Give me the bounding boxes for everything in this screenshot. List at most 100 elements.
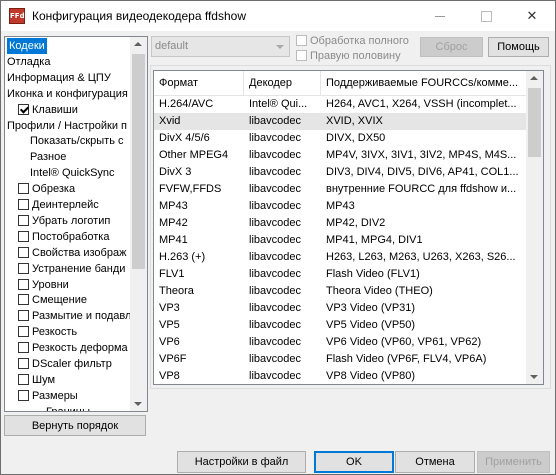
scroll-down-arrow-icon[interactable] bbox=[530, 375, 538, 379]
checkbox-unchecked[interactable] bbox=[18, 199, 29, 210]
tree-item-label: Кодеки bbox=[9, 40, 45, 52]
cell-decoder: libavcodec bbox=[249, 302, 301, 314]
help-button[interactable]: Помощь bbox=[488, 37, 549, 57]
tree-item[interactable]: Иконка и конфигурация bbox=[7, 86, 128, 102]
checkbox-unchecked[interactable] bbox=[18, 183, 29, 195]
checkbox-unchecked[interactable] bbox=[18, 342, 29, 354]
table-row[interactable]: VP5 libavcodec VP5 Video (VP50) bbox=[154, 317, 526, 334]
column-header-format[interactable]: Формат bbox=[154, 71, 244, 95]
tree-item[interactable]: Кодеки bbox=[7, 38, 47, 54]
tree-scrollbar[interactable] bbox=[130, 37, 147, 411]
tree-item[interactable]: Шум bbox=[18, 372, 55, 388]
checkbox-checked[interactable] bbox=[18, 103, 29, 115]
tree-item[interactable]: Свойства изображ bbox=[18, 245, 126, 261]
tree-item[interactable]: Деинтерлейс bbox=[18, 197, 99, 213]
table-row[interactable]: MP41 libavcodec MP41, MPG4, DIV1 bbox=[154, 232, 526, 249]
codecs-table[interactable]: Формат Декодер Поддерживаемые FOURCCs/ко… bbox=[153, 70, 544, 385]
cell-format: FVFW,FFDS bbox=[159, 183, 222, 195]
table-row[interactable]: FLV1 libavcodec Flash Video (FLV1) bbox=[154, 266, 526, 283]
tree-item[interactable]: Смещение bbox=[18, 292, 87, 308]
table-row[interactable]: VP3 libavcodec VP3 Video (VP31) bbox=[154, 300, 526, 317]
tree-item-label: Intel® QuickSync bbox=[30, 167, 115, 180]
checkbox-unchecked[interactable] bbox=[18, 326, 29, 338]
title-bar[interactable]: FFd Конфигурация видеодекодера ffdshow ✕ bbox=[1, 1, 555, 31]
tree-item-label: Резкость bbox=[32, 326, 78, 339]
table-row[interactable]: MP42 libavcodec MP42, DIV2 bbox=[154, 215, 526, 232]
tree-item[interactable]: Информация & ЦПУ bbox=[7, 70, 111, 86]
cell-format: VP5 bbox=[159, 319, 180, 331]
settings-tree[interactable]: Кодеки Отладка Информация & ЦПУ Иконка и ко… bbox=[4, 36, 148, 412]
tree-item[interactable]: Убрать логотип bbox=[18, 213, 110, 229]
save-settings-to-file-button[interactable]: Настройки в файл bbox=[177, 451, 306, 473]
table-row[interactable]: H.263 (+) libavcodec H263, L263, M263, U26… bbox=[154, 249, 526, 266]
tree-item[interactable]: Показать/скрыть с bbox=[30, 133, 123, 149]
cell-decoder: libavcodec bbox=[249, 166, 301, 178]
checkbox-unchecked[interactable] bbox=[18, 294, 29, 306]
tree-item[interactable]: Клавиши bbox=[18, 102, 78, 118]
tree-item[interactable]: Intel® QuickSync bbox=[30, 165, 115, 181]
restore-order-button[interactable]: Вернуть порядок bbox=[4, 415, 146, 436]
table-row[interactable]: H.264/AVC Intel® Qui... H264, AVC1, X264, … bbox=[154, 96, 526, 113]
table-scroll-thumb[interactable] bbox=[528, 88, 541, 157]
preset-dropdown[interactable]: default bbox=[151, 36, 290, 57]
tree-item[interactable]: DScaler фильтр bbox=[18, 356, 112, 372]
cancel-button[interactable]: Отмена bbox=[395, 451, 475, 473]
tree-item[interactable]: Границы bbox=[46, 404, 90, 411]
tree-item[interactable]: Разное bbox=[30, 149, 66, 165]
column-header-fourcc[interactable]: Поддерживаемые FOURCCs/комме... bbox=[321, 71, 526, 95]
apply-button[interactable]: Применить bbox=[477, 451, 550, 473]
tree-item[interactable]: Резкость деформа bbox=[18, 340, 128, 356]
close-button[interactable]: ✕ bbox=[509, 1, 555, 31]
full-processing-checkbox[interactable]: Обработка полного bbox=[296, 34, 409, 48]
tree-scroll-thumb[interactable] bbox=[132, 54, 145, 269]
tree-item-label: Иконка и конфигурация bbox=[7, 87, 128, 100]
table-row[interactable]: DivX 3 libavcodec DIV3, DIV4, DIV5, DIV6, … bbox=[154, 164, 526, 181]
checkbox-unchecked[interactable] bbox=[18, 373, 29, 385]
tree-item[interactable]: Обрезка bbox=[18, 181, 75, 197]
table-row[interactable]: VP8 libavcodec VP8 Video (VP80) bbox=[154, 368, 526, 384]
minimize-button[interactable] bbox=[417, 1, 463, 31]
tree-item-label: Отладка bbox=[7, 55, 51, 68]
tree-item[interactable]: Размеры bbox=[18, 388, 78, 404]
cell-decoder: Intel® Qui... bbox=[249, 98, 308, 110]
checkbox-unchecked[interactable] bbox=[18, 262, 29, 274]
tree-item-label: Показать/скрыть с bbox=[30, 135, 124, 148]
scroll-up-arrow-icon[interactable] bbox=[134, 42, 142, 46]
table-row[interactable]: Theora libavcodec Theora Video (THEO) bbox=[154, 283, 526, 300]
cell-format: Theora bbox=[159, 285, 194, 297]
cell-fourcc: Flash Video (VP6F, FLV4, VP6A) bbox=[326, 353, 487, 365]
cell-format: VP8 bbox=[159, 370, 180, 382]
tree-item-label: Устранение банди bbox=[32, 262, 126, 275]
tree-item[interactable]: Резкость bbox=[18, 324, 77, 340]
cell-fourcc: XVID, XVIX bbox=[326, 115, 383, 127]
tree-item[interactable]: Размытие и подавл bbox=[18, 308, 131, 324]
table-row[interactable]: VP6 libavcodec VP6 Video (VP60, VP61, VP62… bbox=[154, 334, 526, 351]
table-row[interactable]: FVFW,FFDS libavcodec внутренние FOURCC для… bbox=[154, 181, 526, 198]
table-row[interactable]: DivX 4/5/6 libavcodec DIVX, DX50 bbox=[154, 130, 526, 147]
right-half-label: Правую половину bbox=[310, 50, 401, 62]
table-row[interactable]: MP43 libavcodec MP43 bbox=[154, 198, 526, 215]
checkbox-unchecked[interactable] bbox=[18, 310, 29, 322]
column-header-decoder[interactable]: Декодер bbox=[244, 71, 321, 95]
scroll-down-arrow-icon[interactable] bbox=[134, 402, 142, 406]
table-row[interactable]: VP6F libavcodec Flash Video (VP6F, FLV4, V… bbox=[154, 351, 526, 368]
scroll-up-arrow-icon[interactable] bbox=[530, 76, 538, 80]
checkbox-unchecked[interactable] bbox=[18, 389, 29, 401]
tree-item[interactable]: Отладка bbox=[7, 54, 50, 70]
checkbox-unchecked[interactable] bbox=[18, 214, 29, 226]
maximize-button[interactable] bbox=[463, 1, 509, 31]
tree-item[interactable]: Устранение банди bbox=[18, 261, 125, 277]
reset-button[interactable]: Сброс bbox=[420, 37, 483, 57]
table-scrollbar[interactable] bbox=[526, 71, 543, 384]
right-half-checkbox[interactable]: Правую половину bbox=[296, 49, 401, 63]
tree-item[interactable]: Уровни bbox=[18, 277, 69, 293]
ok-button[interactable]: OK bbox=[314, 451, 394, 473]
checkbox-unchecked[interactable] bbox=[18, 230, 29, 242]
tree-item[interactable]: Постобработка bbox=[18, 229, 109, 245]
checkbox-unchecked[interactable] bbox=[18, 246, 29, 258]
table-row[interactable]: Xvid libavcodec XVID, XVIX bbox=[154, 113, 526, 130]
tree-item[interactable]: Профили / Настройки п bbox=[7, 118, 127, 134]
checkbox-unchecked[interactable] bbox=[18, 278, 29, 290]
checkbox-unchecked[interactable] bbox=[18, 358, 29, 369]
table-row[interactable]: Other MPEG4 libavcodec MP4V, 3IVX, 3IV1, 3… bbox=[154, 147, 526, 164]
